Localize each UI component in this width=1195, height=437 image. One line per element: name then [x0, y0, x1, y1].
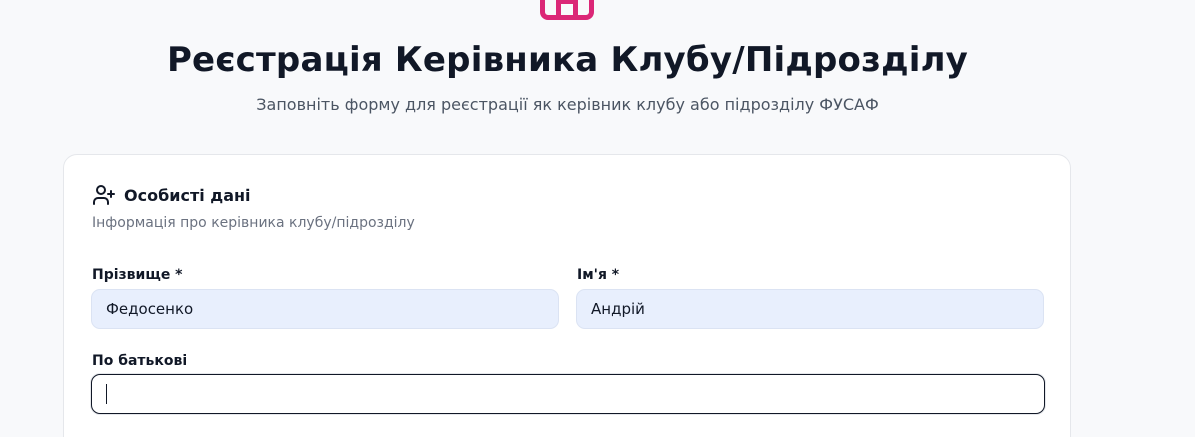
first-name-input[interactable]: Андрій: [576, 289, 1044, 329]
page-subtitle: Заповніть форму для реєстрації як керівн…: [256, 95, 879, 114]
page-title: Реєстрація Керівника Клубу/Підрозділу: [166, 40, 969, 80]
last-name-input[interactable]: Федосенко: [91, 289, 559, 329]
section-description: Інформація про керівника клубу/підрозділ…: [92, 215, 415, 231]
user-plus-icon: [93, 185, 115, 205]
first-name-label: Ім'я *: [577, 267, 620, 283]
first-name-value: Андрій: [591, 300, 645, 318]
last-name-value: Федосенко: [106, 300, 194, 318]
registration-page: Реєстрація Керівника Клубу/Підрозділу За…: [0, 0, 1195, 437]
patronymic-input[interactable]: [91, 374, 1045, 414]
personal-data-card: Особисті дані Інформація про керівника к…: [63, 154, 1071, 437]
logo-icon: [540, 0, 594, 20]
patronymic-label: По батькові: [92, 353, 188, 369]
text-caret: [106, 384, 107, 404]
last-name-label: Прізвище *: [92, 267, 183, 283]
section-header: Особисті дані: [92, 183, 251, 207]
section-title: Особисті дані: [124, 185, 251, 205]
